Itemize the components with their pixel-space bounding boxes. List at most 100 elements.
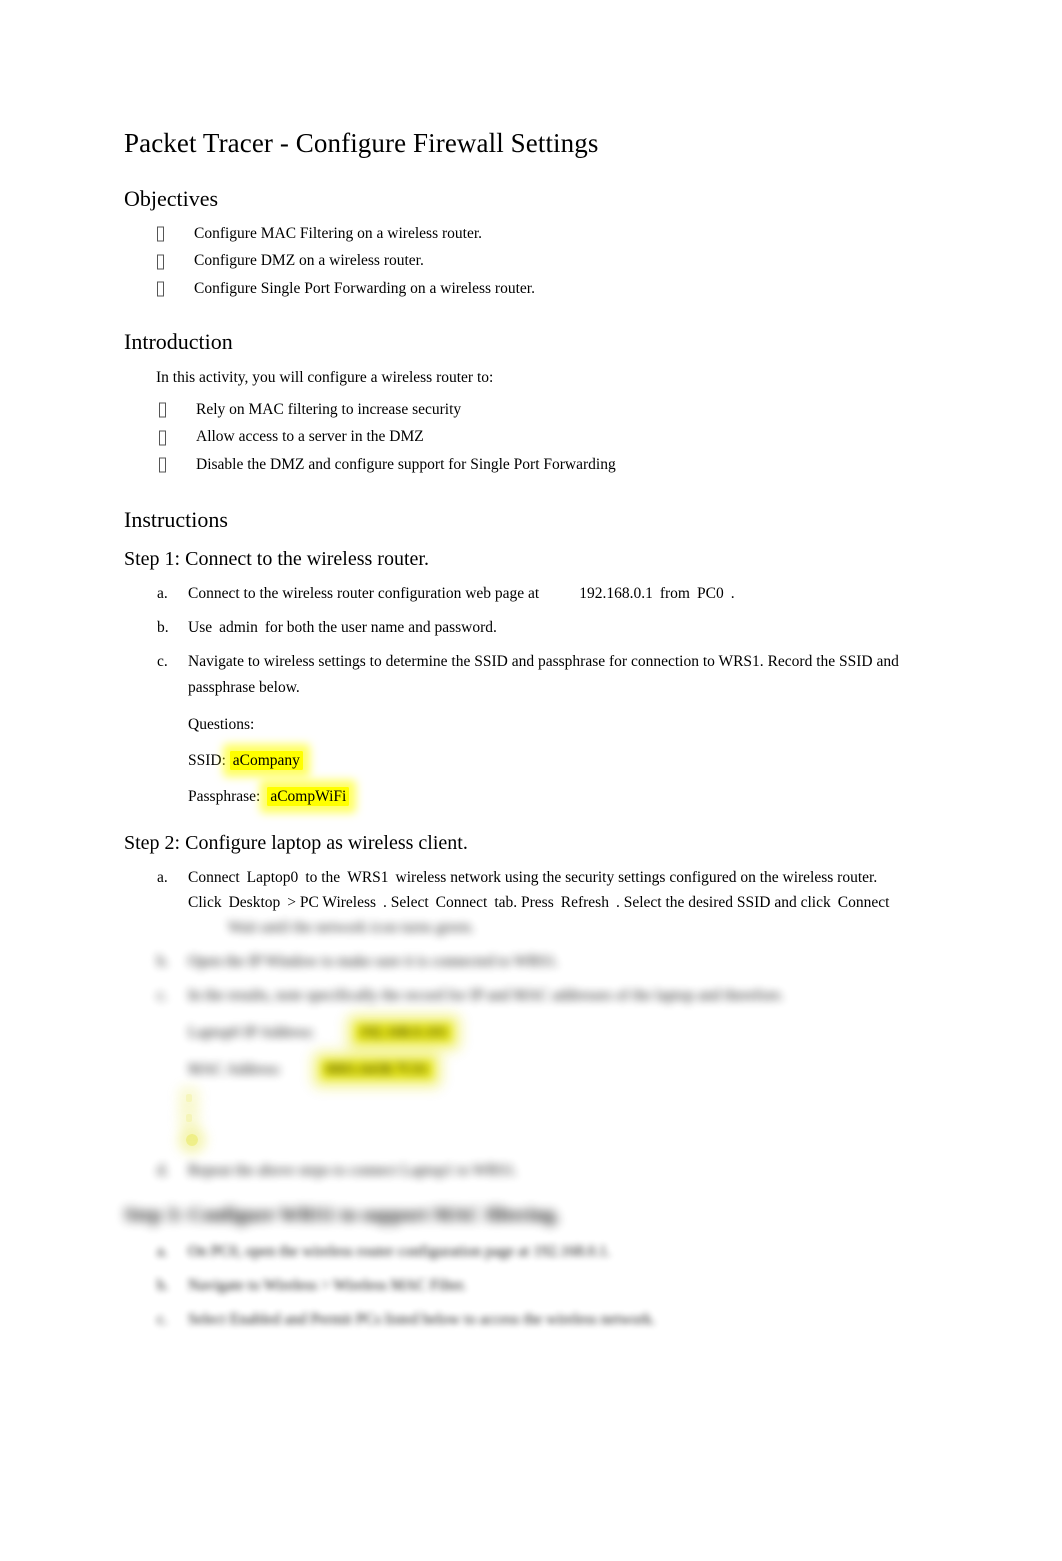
- introduction-lead: In this activity, you will configure a w…: [156, 369, 494, 387]
- list-item: Allow access to a server in the DMZ: [124, 425, 914, 449]
- list-item: a. Connect Laptop0 to the WRS1 wireless netw…: [124, 865, 914, 940]
- questions-label: Questions:: [188, 715, 255, 733]
- list-item: Rely on MAC filtering to increase securi…: [124, 398, 914, 422]
- bullet-square-icon: [157, 281, 164, 297]
- bullet-square-icon: [159, 402, 166, 418]
- obscured-text: In the results, note specifically the re…: [188, 987, 721, 1005]
- laptop-device-name: Laptop0: [246, 868, 299, 886]
- mac-address-answer-highlight: 0001.6438.7C01: [321, 1059, 433, 1079]
- step1c-line1: Navigate to wireless settings to determi…: [188, 653, 764, 671]
- list-marker: a.: [157, 868, 168, 886]
- step2a-t1: Connect: [188, 868, 240, 886]
- step2a-t6: tab. Press: [494, 894, 554, 912]
- step1a-text-before: Connect to the wireless router configura…: [188, 585, 540, 603]
- obscured-region: b. Open the IP Window to make sure it is…: [124, 949, 914, 1332]
- introduction-item-label: Rely on MAC filtering to increase securi…: [196, 401, 462, 419]
- list-marker: b.: [157, 953, 169, 971]
- objective-label: Configure Single Port Forwarding on a wi…: [194, 279, 535, 297]
- instructions-heading: Instructions: [124, 506, 228, 532]
- list-item: Configure DMZ on a wireless router.: [124, 249, 914, 273]
- obscured-text: Navigate to Wireless > Wireless MAC Filt…: [188, 1276, 467, 1294]
- bullet-square-icon: [157, 226, 164, 242]
- list-marker: c.: [157, 987, 168, 1005]
- list-item: b. Navigate to Wireless > Wireless MAC F…: [124, 1273, 914, 1298]
- step1-heading: Step 1: Connect to the wireless router.: [124, 548, 429, 571]
- source-host-name: PC0: [696, 585, 724, 603]
- ssid-label: SSID:: [188, 751, 226, 769]
- list-item: Configure Single Port Forwarding on a wi…: [124, 277, 914, 301]
- introduction-list: Rely on MAC filtering to increase securi…: [124, 398, 914, 477]
- step2-list: a. Connect Laptop0 to the WRS1 wireless netw…: [124, 865, 914, 940]
- passphrase-label: Passphrase:: [188, 787, 261, 805]
- list-marker: a.: [157, 585, 168, 603]
- ssid-answer-line: SSID: aCompany: [188, 748, 914, 773]
- connect-tab-label: Connect: [435, 894, 488, 912]
- introduction-item-label: Allow access to a server in the DMZ: [196, 428, 424, 446]
- list-marker: b.: [157, 619, 169, 637]
- questions-block: Questions: SSID: aCompany Passphrase: aCo…: [188, 712, 914, 809]
- step2-heading: Step 2: Configure laptop as wireless cli…: [124, 831, 468, 854]
- laptop-ip-answer-highlight: 192.168.0.101: [354, 1023, 452, 1043]
- list-marker: c.: [157, 653, 168, 671]
- router-ip-address: 192.168.0.1: [579, 585, 653, 603]
- obscured-text: Wait until the network icon turns green.: [228, 919, 475, 937]
- list-item: c. Navigate to wireless settings to dete…: [124, 649, 914, 699]
- laptop-ip-answer-line: Laptop0 IP Address: 192.168.0.101: [188, 1020, 914, 1045]
- objectives-heading: Objectives: [124, 185, 219, 211]
- mac-address-answer-line: MAC Address: 0001.6438.7C01: [188, 1057, 914, 1082]
- mac-address-label: MAC Address:: [188, 1060, 282, 1078]
- introduction-item-label: Disable the DMZ and configure support fo…: [196, 455, 616, 473]
- step1a-text-mid: from: [659, 585, 690, 603]
- wireless-network-name: WRS1: [347, 868, 389, 886]
- list-item: a. Connect to the wireless router config…: [124, 581, 914, 606]
- menu-desktop-label: Desktop: [228, 894, 281, 912]
- step2a-t7: . Select the desired SSID and click: [615, 894, 831, 912]
- step1b-text-after: for both the user name and password.: [264, 619, 497, 637]
- connect-button-label: Connect: [837, 894, 890, 912]
- objectives-list: Configure MAC Filtering on a wireless ro…: [124, 222, 914, 301]
- step1b-text-before: Use: [188, 619, 213, 637]
- passphrase-answer-line: Passphrase: aCompWiFi: [188, 784, 914, 809]
- passphrase-answer-highlight: aCompWiFi: [267, 786, 350, 806]
- list-item: d. Repeat the above steps to connect Lap…: [124, 1158, 914, 1183]
- bullet-square-icon: [157, 254, 164, 269]
- list-marker: b.: [157, 1276, 169, 1294]
- obscured-text: Open the IP Window to make sure it is co…: [188, 953, 560, 971]
- obscured-text: therefore.: [724, 987, 784, 1005]
- document-content: Packet Tracer - Configure Firewall Setti…: [124, 128, 914, 1341]
- obscured-text: Select Enabled and Permit PCs listed bel…: [188, 1311, 656, 1329]
- blank-highlight-mark: [186, 1113, 192, 1122]
- laptop-ip-label: Laptop0 IP Address:: [188, 1024, 315, 1042]
- step1a-text-after: .: [730, 585, 735, 603]
- step1-list: a. Connect to the wireless router config…: [124, 581, 914, 699]
- bullet-square-icon: [159, 430, 166, 446]
- document-page: Packet Tracer - Configure Firewall Setti…: [0, 0, 1062, 1561]
- step2-obscured-list-d: d. Repeat the above steps to connect Lap…: [124, 1158, 914, 1183]
- list-marker: c.: [157, 1311, 168, 1329]
- step2-obscured-answers: Laptop0 IP Address: 192.168.0.101 MAC Add…: [188, 1020, 914, 1081]
- objective-label: Configure MAC Filtering on a wireless ro…: [194, 225, 482, 243]
- introduction-heading: Introduction: [124, 328, 233, 354]
- list-marker: a.: [157, 1242, 168, 1260]
- page-title: Packet Tracer - Configure Firewall Setti…: [124, 128, 599, 158]
- step3-list: a. On PC0, open the wireless router conf…: [124, 1239, 914, 1332]
- objective-label: Configure DMZ on a wireless router.: [194, 252, 424, 270]
- list-item: a. On PC0, open the wireless router conf…: [124, 1239, 914, 1264]
- step2a-t4: > PC Wireless: [287, 894, 377, 912]
- step3-heading: Step 3: Configure WRS1 to support MAC fi…: [124, 1203, 560, 1226]
- list-marker: d.: [157, 1161, 169, 1179]
- bullet-square-icon: [159, 457, 166, 473]
- obscured-text: Repeat the above steps to connect Laptop…: [188, 1161, 518, 1179]
- step2a-t5: . Select: [383, 894, 429, 912]
- ssid-answer-highlight: aCompany: [229, 750, 303, 770]
- credential-value: admin: [219, 619, 258, 637]
- step2-obscured-list: b. Open the IP Window to make sure it is…: [124, 949, 914, 1008]
- list-item: c. Select Enabled and Permit PCs listed …: [124, 1307, 914, 1332]
- list-item: b. Open the IP Window to make sure it is…: [124, 949, 914, 974]
- obscured-text: On PC0, open the wireless router configu…: [188, 1242, 611, 1260]
- list-item: Disable the DMZ and configure support fo…: [124, 453, 914, 477]
- list-item: c. In the results, note specifically the…: [124, 983, 914, 1008]
- list-item: b. Use admin for both the user name and pa…: [124, 615, 914, 640]
- list-item: Configure MAC Filtering on a wireless ro…: [124, 222, 914, 246]
- step2a-t2: to the: [305, 868, 341, 886]
